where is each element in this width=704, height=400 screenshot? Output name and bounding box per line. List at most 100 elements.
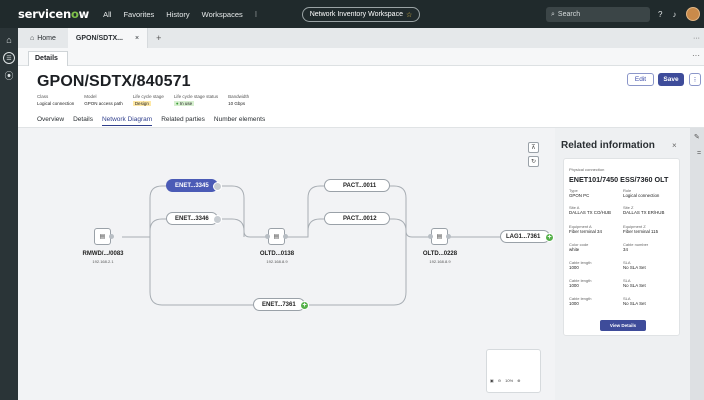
zoom-in-icon[interactable]: ⊕ bbox=[517, 378, 520, 383]
notification-bell-icon[interactable]: ♪ bbox=[672, 10, 676, 19]
user-avatar[interactable] bbox=[686, 7, 701, 21]
list-icon[interactable]: ☰ bbox=[3, 52, 15, 64]
zoom-out-icon[interactable]: ⊖ bbox=[498, 378, 501, 383]
device-rmwd[interactable]: ▤ bbox=[94, 228, 114, 245]
node-add-icon[interactable]: + bbox=[545, 233, 554, 242]
node-add-icon[interactable]: + bbox=[300, 301, 309, 310]
node-label: PACT...0012 bbox=[343, 215, 377, 222]
tab-close-icon[interactable]: × bbox=[135, 35, 139, 42]
edge-oltd-pact2 bbox=[307, 218, 324, 237]
location-pin-icon[interactable]: ⦿ bbox=[3, 70, 15, 82]
menu-history[interactable]: History bbox=[166, 10, 189, 19]
star-icon[interactable]: ☆ bbox=[406, 11, 412, 19]
tab-number-elements[interactable]: Number elements bbox=[214, 116, 265, 126]
tab-network-diagram[interactable]: Network Diagram bbox=[101, 116, 153, 126]
status-dot-icon: ● bbox=[175, 100, 179, 106]
view-details-button[interactable]: View Details bbox=[600, 320, 646, 331]
node-lag-7361[interactable]: LAG1...7361 + bbox=[500, 230, 554, 243]
fit-screen-icon[interactable]: ▣ bbox=[490, 378, 494, 383]
device-icon: ▤ bbox=[99, 234, 106, 240]
workspace-label: Network Inventory Workspace bbox=[309, 11, 403, 18]
meta-label: Bandwidth bbox=[228, 94, 250, 99]
edge-oltd-pact bbox=[286, 185, 324, 238]
field-value: No SLA Set bbox=[623, 301, 646, 306]
menu-workspaces[interactable]: Workspaces bbox=[202, 10, 243, 19]
subtab-details[interactable]: Details bbox=[28, 51, 68, 66]
panel-title: Related information bbox=[561, 140, 655, 151]
port bbox=[265, 234, 270, 239]
node-pact-0011[interactable]: PACT...0011 bbox=[324, 179, 390, 192]
logo-text-2: o bbox=[70, 7, 79, 21]
record-meta: Class Logical connection Model GPON access… bbox=[37, 94, 249, 107]
edge-3346-oltd bbox=[219, 218, 245, 237]
network-diagram-canvas[interactable]: ENET...3345 ENET...3346 PACT...0011 PACT… bbox=[18, 128, 555, 400]
tab-home[interactable]: ⌂ Home bbox=[18, 28, 68, 48]
edge-pact2-oltd2 bbox=[390, 218, 407, 237]
tab-overview[interactable]: Overview bbox=[37, 116, 64, 126]
field-value: No SLA Set bbox=[623, 283, 646, 288]
edge-3345-oltd bbox=[219, 185, 266, 238]
panel-close-icon[interactable]: × bbox=[672, 141, 677, 150]
tab-related-parties[interactable]: Related parties bbox=[161, 116, 205, 126]
help-icon[interactable]: ? bbox=[658, 10, 662, 19]
field-value: DALLAS TX ER/HUB bbox=[623, 210, 665, 215]
status-badge-text: In use bbox=[179, 100, 193, 106]
field-value: Fiber terminal 34 bbox=[569, 229, 602, 234]
home-icon[interactable]: ⌂ bbox=[3, 34, 15, 46]
global-menu: All Favorites History Workspaces ⁝ bbox=[103, 10, 257, 19]
side-menu-icon[interactable]: = bbox=[697, 150, 701, 157]
node-label: ENET...3346 bbox=[175, 215, 209, 222]
refresh-icon[interactable]: ↻ bbox=[528, 156, 539, 167]
field-value: 34 bbox=[623, 247, 628, 252]
servicenow-logo[interactable]: servicenow bbox=[18, 7, 89, 21]
tabs-more-icon[interactable]: ··· bbox=[693, 35, 700, 42]
diagram-edges bbox=[122, 185, 500, 306]
meta-value: GPON access path bbox=[84, 100, 123, 106]
meta-lifecycle-stage: Life cycle stage Design bbox=[132, 94, 164, 107]
field-value: white bbox=[569, 247, 580, 252]
edit-pencil-icon[interactable]: ✎ bbox=[694, 133, 700, 141]
meta-value: 10 Gbps bbox=[228, 100, 246, 106]
node-label: ENET...7361 bbox=[262, 301, 296, 308]
device-oltd-0138[interactable]: ▤ bbox=[265, 228, 288, 245]
record-header: GPON/SDTX/840571 Class Logical connection… bbox=[18, 66, 704, 128]
canvas-toolbar: ⊼ ↻ bbox=[528, 142, 539, 167]
device-oltd-0228[interactable]: ▤ bbox=[428, 228, 451, 245]
node-enet-3345[interactable]: ENET...3345 bbox=[166, 179, 222, 192]
global-search[interactable]: ⌕ Search bbox=[546, 7, 650, 22]
search-icon: ⌕ bbox=[551, 10, 555, 18]
node-enet-7361[interactable]: ENET...7361 + bbox=[253, 298, 309, 311]
search-placeholder: Search bbox=[557, 11, 581, 18]
device-rmwd-title: RMWD/.../0083 bbox=[82, 251, 124, 257]
menu-all[interactable]: All bbox=[103, 10, 111, 19]
field-value: GPON PC bbox=[569, 193, 590, 198]
tab-record[interactable]: GPON/SDTX... × bbox=[67, 28, 149, 48]
node-badge bbox=[213, 182, 222, 191]
menu-favorites[interactable]: Favorites bbox=[123, 10, 154, 19]
subtab-more-icon[interactable]: ··· bbox=[692, 51, 700, 60]
device-oltd-0228-ip: 192.168.8.9 bbox=[429, 259, 451, 264]
more-actions-button[interactable]: ⁝ bbox=[689, 73, 701, 86]
field-value: Logical connection bbox=[623, 193, 660, 198]
edge-pact-oltd2 bbox=[390, 185, 430, 238]
device-icon: ▤ bbox=[273, 234, 280, 240]
status-badge-in-use: ● In use bbox=[173, 100, 195, 106]
home-tab-icon: ⌂ bbox=[30, 34, 35, 42]
workspace-pill[interactable]: Network Inventory Workspace ☆ bbox=[302, 7, 420, 22]
menu-more-icon[interactable]: ⁝ bbox=[255, 10, 257, 19]
tab-details[interactable]: Details bbox=[73, 116, 93, 126]
tab-record-label: GPON/SDTX... bbox=[75, 34, 123, 42]
zoom-level: 10% bbox=[505, 378, 514, 383]
meta-lifecycle-status: Life cycle stage status ● In use bbox=[173, 94, 218, 107]
edit-button[interactable]: Edit bbox=[627, 73, 654, 86]
collapse-panel-icon[interactable]: ⊼ bbox=[528, 142, 539, 153]
add-tab-button[interactable]: + bbox=[148, 33, 169, 43]
node-enet-3346[interactable]: ENET...3346 bbox=[166, 212, 222, 225]
node-pact-0012[interactable]: PACT...0012 bbox=[324, 212, 390, 225]
diagram-minimap[interactable]: ▣ ⊖ 10% ⊕ bbox=[486, 349, 541, 393]
port bbox=[283, 234, 288, 239]
status-badge-design: Design bbox=[132, 100, 151, 106]
meta-label: Life cycle stage bbox=[132, 94, 164, 99]
save-button[interactable]: Save bbox=[658, 73, 684, 86]
workspace-tabs: ⌂ Home GPON/SDTX... × + ··· bbox=[18, 28, 704, 48]
